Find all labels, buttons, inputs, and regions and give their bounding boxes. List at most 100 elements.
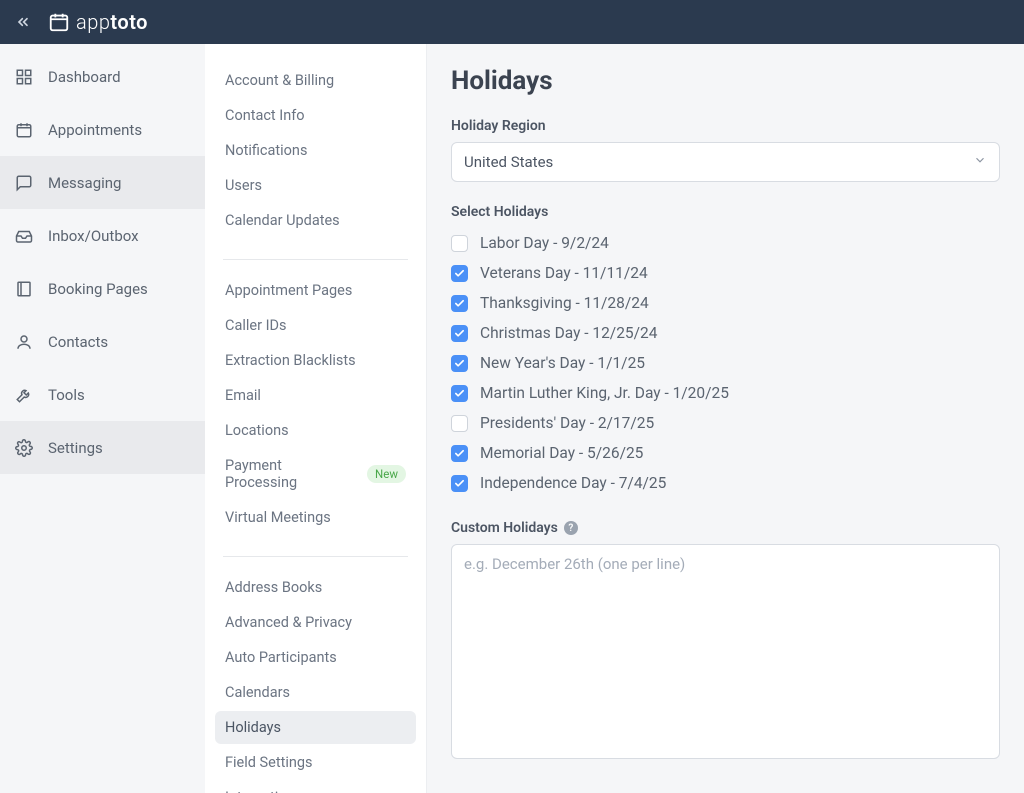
subnav-item-contact-info[interactable]: Contact Info bbox=[215, 99, 416, 132]
new-badge: New bbox=[367, 465, 406, 483]
holiday-label: Martin Luther King, Jr. Day - 1/20/25 bbox=[480, 384, 729, 402]
nav-item-settings[interactable]: Settings bbox=[0, 421, 205, 474]
holiday-checkbox[interactable] bbox=[451, 265, 468, 282]
subnav-item-integrations[interactable]: Integrations bbox=[215, 781, 416, 793]
holiday-checkbox[interactable] bbox=[451, 445, 468, 462]
subnav-item-calendar-updates[interactable]: Calendar Updates bbox=[215, 204, 416, 237]
nav-label: Settings bbox=[48, 439, 103, 457]
holiday-checkbox[interactable] bbox=[451, 415, 468, 432]
subnav-item-virtual-meetings[interactable]: Virtual Meetings bbox=[215, 501, 416, 534]
subnav-item-payment-processing[interactable]: Payment Processing New bbox=[215, 449, 416, 499]
holiday-checkbox[interactable] bbox=[451, 385, 468, 402]
holiday-label: Labor Day - 9/2/24 bbox=[480, 234, 609, 252]
holiday-checkbox[interactable] bbox=[451, 325, 468, 342]
brand-logo[interactable]: apptoto bbox=[48, 10, 148, 34]
subnav-item-notifications[interactable]: Notifications bbox=[215, 134, 416, 167]
subnav-label: Extraction Blacklists bbox=[225, 352, 356, 369]
nav-label: Inbox/Outbox bbox=[48, 227, 139, 245]
holiday-row: Memorial Day - 5/26/25 bbox=[451, 438, 1000, 468]
holiday-row: Presidents' Day - 2/17/25 bbox=[451, 408, 1000, 438]
holiday-label: Independence Day - 7/4/25 bbox=[480, 474, 666, 492]
subnav-label: Virtual Meetings bbox=[225, 509, 331, 526]
subnav-label: Field Settings bbox=[225, 754, 312, 771]
subnav-item-locations[interactable]: Locations bbox=[215, 414, 416, 447]
nav-item-tools[interactable]: Tools bbox=[0, 368, 205, 421]
nav-item-inbox-outbox[interactable]: Inbox/Outbox bbox=[0, 209, 205, 262]
holiday-label: Presidents' Day - 2/17/25 bbox=[480, 414, 654, 432]
holiday-row: Christmas Day - 12/25/24 bbox=[451, 318, 1000, 348]
brand-bold: toto bbox=[110, 10, 148, 34]
holiday-row: Martin Luther King, Jr. Day - 1/20/25 bbox=[451, 378, 1000, 408]
subnav-item-field-settings[interactable]: Field Settings bbox=[215, 746, 416, 779]
nav-item-dashboard[interactable]: Dashboard bbox=[0, 50, 205, 103]
nav-item-messaging[interactable]: Messaging bbox=[0, 156, 205, 209]
subnav-item-users[interactable]: Users bbox=[215, 169, 416, 202]
custom-holidays-text: Custom Holidays bbox=[451, 520, 558, 536]
subnav-item-calendars[interactable]: Calendars bbox=[215, 676, 416, 709]
region-selected-value: United States bbox=[464, 153, 553, 171]
subnav-label: Email bbox=[225, 387, 261, 404]
subnav-label: Auto Participants bbox=[225, 649, 337, 666]
user-icon bbox=[14, 332, 34, 352]
subnav-label: Payment Processing bbox=[225, 457, 357, 491]
chevron-down-icon bbox=[973, 153, 987, 171]
holiday-row: Independence Day - 7/4/25 bbox=[451, 468, 1000, 498]
nav-item-appointments[interactable]: Appointments bbox=[0, 103, 205, 156]
subnav-item-address-books[interactable]: Address Books bbox=[215, 571, 416, 604]
main-content: Holidays Holiday Region United States Se… bbox=[427, 44, 1024, 793]
book-icon bbox=[14, 279, 34, 299]
subnav-item-auto-participants[interactable]: Auto Participants bbox=[215, 641, 416, 674]
subnav-label: Calendars bbox=[225, 684, 290, 701]
holiday-checkbox[interactable] bbox=[451, 295, 468, 312]
primary-nav: Dashboard Appointments Messaging Inbox/Outb… bbox=[0, 44, 205, 793]
nav-label: Dashboard bbox=[48, 68, 121, 86]
subnav-label: Users bbox=[225, 177, 262, 194]
subnav-item-email[interactable]: Email bbox=[215, 379, 416, 412]
subnav-item-account-billing[interactable]: Account & Billing bbox=[215, 64, 416, 97]
subnav-item-holidays[interactable]: Holidays bbox=[215, 711, 416, 744]
subnav-item-caller-ids[interactable]: Caller IDs bbox=[215, 309, 416, 342]
region-select[interactable]: United States bbox=[451, 142, 1000, 182]
holiday-label: Thanksgiving - 11/28/24 bbox=[480, 294, 649, 312]
subnav-label: Appointment Pages bbox=[225, 282, 352, 299]
nav-label: Messaging bbox=[48, 174, 121, 192]
holiday-checkbox[interactable] bbox=[451, 355, 468, 372]
brand-pre: app bbox=[76, 10, 110, 34]
holiday-row: New Year's Day - 1/1/25 bbox=[451, 348, 1000, 378]
nav-item-contacts[interactable]: Contacts bbox=[0, 315, 205, 368]
select-holidays-label: Select Holidays bbox=[451, 204, 1000, 220]
nav-label: Booking Pages bbox=[48, 280, 148, 298]
holiday-list: Labor Day - 9/2/24 Veterans Day - 11/11/2… bbox=[451, 228, 1000, 498]
nav-label: Appointments bbox=[48, 121, 142, 139]
custom-holidays-textarea[interactable] bbox=[451, 544, 1000, 759]
wrench-icon bbox=[14, 385, 34, 405]
gear-icon bbox=[14, 438, 34, 458]
nav-item-booking-pages[interactable]: Booking Pages bbox=[0, 262, 205, 315]
subnav-label: Holidays bbox=[225, 719, 281, 736]
help-icon[interactable]: ? bbox=[564, 521, 578, 535]
subnav-label: Calendar Updates bbox=[225, 212, 340, 229]
subnav-label: Address Books bbox=[225, 579, 322, 596]
subnav-item-extraction-blacklists[interactable]: Extraction Blacklists bbox=[215, 344, 416, 377]
subnav-label: Notifications bbox=[225, 142, 307, 159]
subnav-label: Locations bbox=[225, 422, 289, 439]
holiday-checkbox[interactable] bbox=[451, 235, 468, 252]
grid-icon bbox=[14, 67, 34, 87]
subnav-item-advanced-privacy[interactable]: Advanced & Privacy bbox=[215, 606, 416, 639]
holiday-row: Thanksgiving - 11/28/24 bbox=[451, 288, 1000, 318]
subnav-label: Advanced & Privacy bbox=[225, 614, 352, 631]
region-label: Holiday Region bbox=[451, 118, 1000, 134]
collapse-sidebar-button[interactable] bbox=[12, 11, 34, 33]
nav-label: Contacts bbox=[48, 333, 108, 351]
custom-holidays-label: Custom Holidays ? bbox=[451, 520, 1000, 536]
subnav-label: Account & Billing bbox=[225, 72, 334, 89]
subnav-label: Caller IDs bbox=[225, 317, 287, 334]
subnav-label: Integrations bbox=[225, 789, 302, 793]
holiday-label: Memorial Day - 5/26/25 bbox=[480, 444, 643, 462]
subnav-item-appointment-pages[interactable]: Appointment Pages bbox=[215, 274, 416, 307]
topbar: apptoto bbox=[0, 0, 1024, 44]
holiday-checkbox[interactable] bbox=[451, 475, 468, 492]
holiday-row: Labor Day - 9/2/24 bbox=[451, 228, 1000, 258]
holiday-label: Veterans Day - 11/11/24 bbox=[480, 264, 648, 282]
settings-subnav: Account & Billing Contact Info Notificatio… bbox=[205, 44, 427, 793]
